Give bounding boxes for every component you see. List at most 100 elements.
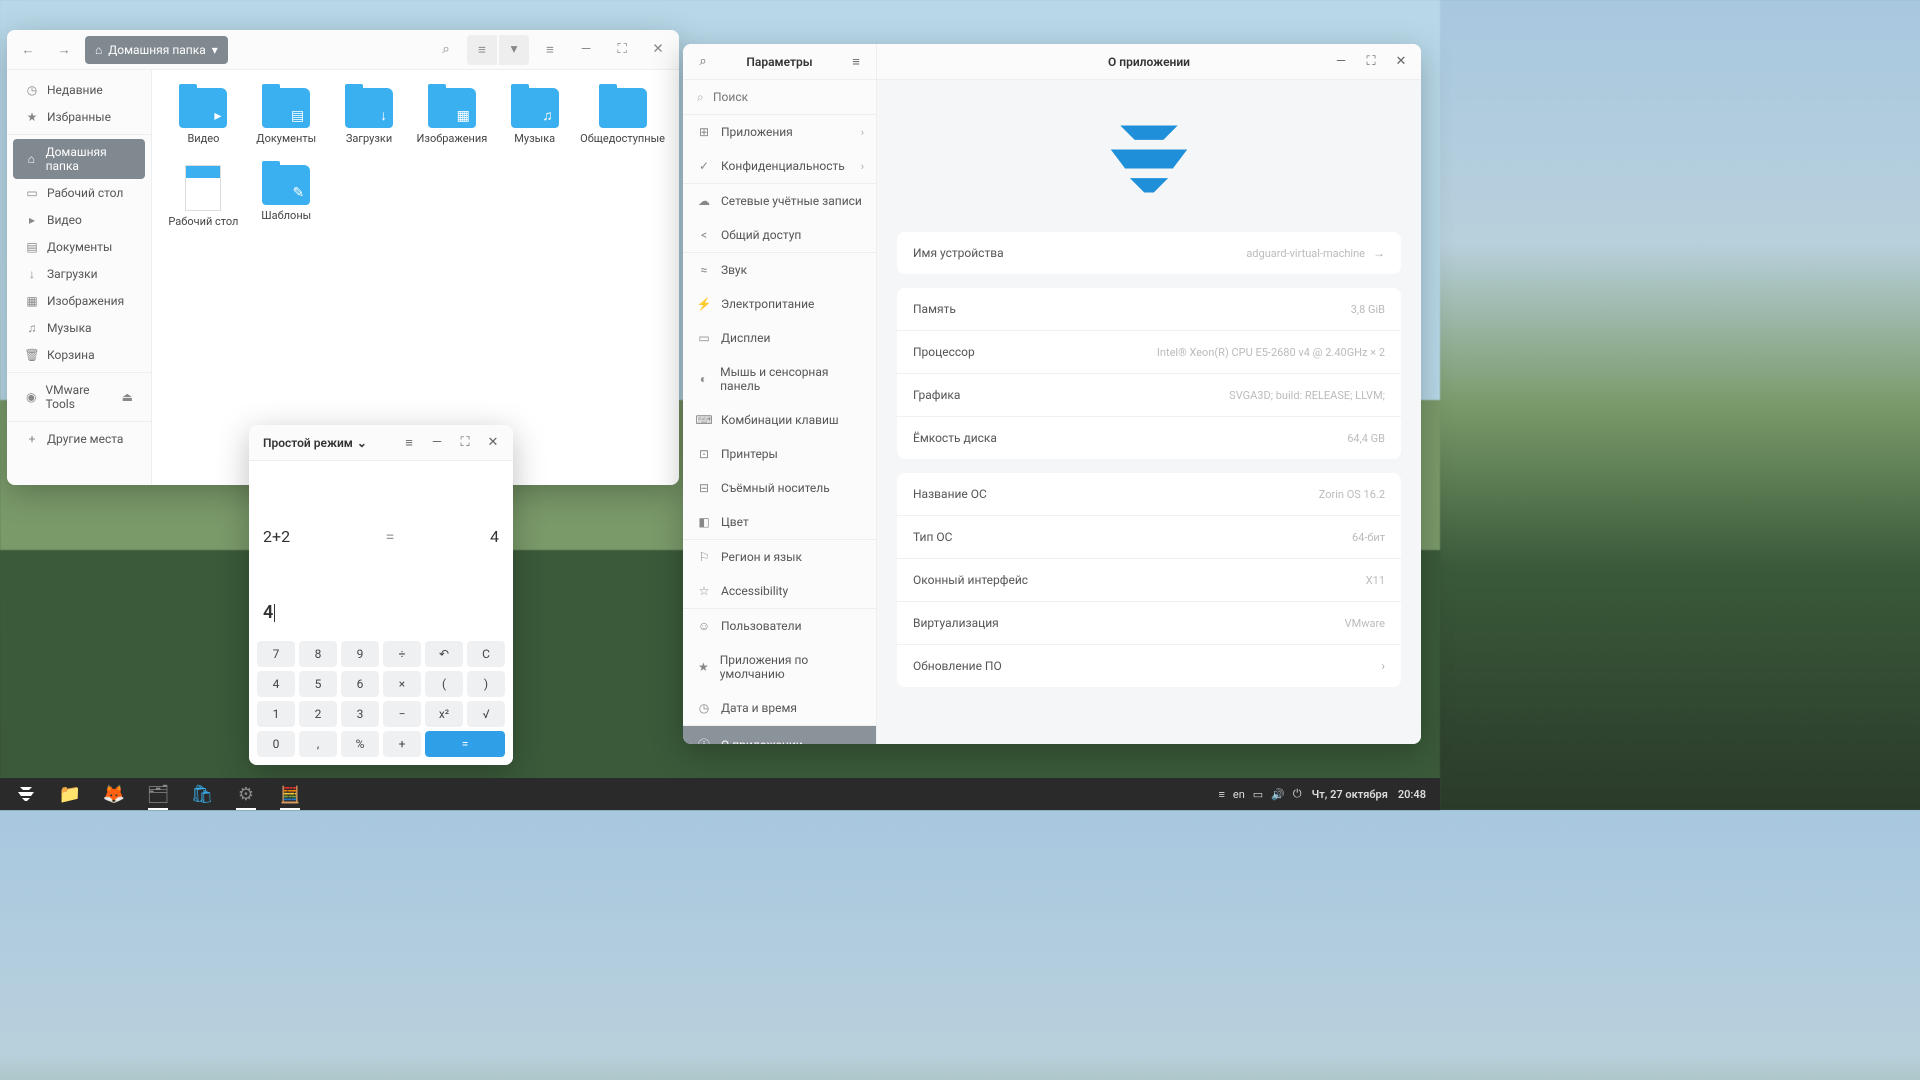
settings-sidebar-item[interactable]: ⊞Приложения› [683,115,876,149]
close-button[interactable]: ✕ [1387,48,1415,76]
settings-sidebar-item[interactable]: ◷Дата и время [683,691,876,725]
settings-sidebar-item[interactable]: ⓘО приложении [683,726,876,744]
device-name-row[interactable]: Имя устройства adguard-virtual-machine→ [897,232,1401,274]
start-menu-button[interactable] [6,778,46,810]
folder-item[interactable]: ▦Изображения [412,82,491,151]
calc-key[interactable]: ( [425,671,463,697]
hamburger-menu-button[interactable]: ≡ [395,429,423,457]
folder-item[interactable]: ▸Видео [164,82,243,151]
minimize-button[interactable]: — [1327,48,1355,76]
folder-item[interactable]: Рабочий стол [164,159,243,234]
settings-sidebar-item[interactable]: ★Приложения по умолчанию [683,643,876,691]
settings-sidebar-item[interactable]: ⌨Комбинации клавиш [683,403,876,437]
settings-sidebar-item[interactable]: ⚡Электропитание [683,287,876,321]
sidebar-item[interactable]: ↓Загрузки [13,261,145,287]
folder-item[interactable]: ▤Документы [247,82,326,151]
calc-key[interactable]: 9 [341,641,379,667]
tray-menu-icon[interactable]: ≡ [1218,788,1224,801]
info-row[interactable]: Обновление ПО› [897,645,1401,687]
calc-key[interactable]: 5 [299,671,337,697]
sidebar-item[interactable]: ▤Документы [13,234,145,260]
eject-icon[interactable]: ⏏ [122,390,133,404]
hamburger-menu-button[interactable]: ≡ [842,48,870,76]
taskbar-firefox-icon[interactable]: 🦊 [94,778,134,810]
hamburger-menu-button[interactable]: ≡ [535,35,565,65]
sidebar-item[interactable]: ◷Недавние [13,77,145,103]
settings-sidebar-item[interactable]: ☺Пользователи [683,609,876,643]
close-button[interactable]: ✕ [643,35,673,65]
calc-mode-dropdown[interactable]: Простой режим ⌄ [255,436,375,450]
calc-key[interactable]: 1 [257,701,295,727]
search-button[interactable]: ⌕ [431,35,461,65]
settings-sidebar-item[interactable]: ⚐Регион и язык [683,540,876,574]
tray-time[interactable]: 20:48 [1398,788,1426,801]
nav-back-button[interactable]: ← [13,35,43,65]
calc-key[interactable]: × [383,671,421,697]
taskbar-files-icon[interactable]: 📁 [50,778,90,810]
tray-power-icon[interactable]: ⏻ [1293,787,1302,801]
taskbar-settings-icon[interactable]: ⚙ [226,778,266,810]
calc-key[interactable]: √ [467,701,505,727]
calc-key[interactable]: x² [425,701,463,727]
calc-key[interactable]: C [467,641,505,667]
sidebar-item[interactable]: ▸Видео [13,207,145,233]
sidebar-item[interactable]: ★Избранные [13,104,145,130]
folder-item[interactable]: ♫Музыка [495,82,574,151]
calc-input[interactable]: 4 [263,602,499,623]
settings-sidebar-item[interactable]: ⊡Принтеры [683,437,876,471]
settings-sidebar-item[interactable]: ◐Мышь и сенсорная панель [683,355,876,403]
calc-key[interactable]: ÷ [383,641,421,667]
settings-sidebar-item[interactable]: ◧Цвет [683,505,876,539]
calc-equals-button[interactable]: = [425,731,505,757]
settings-search-input[interactable] [693,86,866,108]
view-dropdown-button[interactable]: ▾ [499,35,529,65]
tray-date[interactable]: Чт, 27 октября [1312,788,1388,801]
minimize-button[interactable]: — [423,429,451,457]
breadcrumb[interactable]: ⌂ Домашняя папка ▾ [85,36,228,64]
settings-sidebar-item[interactable]: <Общий доступ [683,218,876,252]
tray-display-icon[interactable]: ▭ [1253,788,1263,801]
settings-sidebar-item[interactable]: ▭Дисплеи [683,321,876,355]
tray-volume-icon[interactable]: 🔊 [1271,788,1285,801]
sidebar-item[interactable]: 🗑Корзина [13,342,145,368]
calc-key[interactable]: 4 [257,671,295,697]
sidebar-item[interactable]: ▭Рабочий стол [13,180,145,206]
tray-lang-indicator[interactable]: en [1233,788,1245,801]
taskbar-nautilus-icon[interactable]: 🗂 [138,778,178,810]
sidebar-item[interactable]: ⌂Домашняя папка [13,139,145,179]
folder-item[interactable]: Общедоступные [578,82,667,151]
search-button[interactable]: ⌕ [689,48,717,76]
folder-item[interactable]: ↓Загрузки [330,82,409,151]
taskbar-calculator-icon[interactable]: 🧮 [270,778,310,810]
maximize-button[interactable]: ⛶ [451,429,479,457]
calc-key[interactable]: 3 [341,701,379,727]
calc-key[interactable]: 0 [257,731,295,757]
sidebar-item[interactable]: ◉VMware Tools⏏ [13,377,145,417]
maximize-button[interactable]: ⛶ [1357,48,1385,76]
minimize-button[interactable]: — [571,35,601,65]
taskbar-software-icon[interactable]: 🛍 [182,778,222,810]
calc-key[interactable]: − [383,701,421,727]
settings-sidebar-item[interactable]: ≈Звук [683,253,876,287]
calc-key[interactable]: 7 [257,641,295,667]
folder-item[interactable]: ✎Шаблоны [247,159,326,234]
calc-key[interactable]: , [299,731,337,757]
calc-key[interactable]: + [383,731,421,757]
sidebar-item[interactable]: ▦Изображения [13,288,145,314]
view-list-button[interactable]: ≡ [467,35,497,65]
calc-key[interactable]: % [341,731,379,757]
maximize-button[interactable]: ⛶ [607,35,637,65]
settings-sidebar-item[interactable]: ⊟Съёмный носитель [683,471,876,505]
nav-forward-button[interactable]: → [49,35,79,65]
sidebar-item[interactable]: +Другие места [13,426,145,452]
calc-key[interactable]: ) [467,671,505,697]
settings-sidebar-item[interactable]: ☁Сетевые учётные записи [683,184,876,218]
sidebar-item[interactable]: ♫Музыка [13,315,145,341]
calc-key[interactable]: 2 [299,701,337,727]
calc-key[interactable]: 6 [341,671,379,697]
settings-sidebar-item[interactable]: ☆Accessibility [683,574,876,608]
close-button[interactable]: ✕ [479,429,507,457]
calc-key[interactable]: ↶ [425,641,463,667]
settings-sidebar-item[interactable]: ✓Конфиденциальность› [683,149,876,183]
calc-key[interactable]: 8 [299,641,337,667]
